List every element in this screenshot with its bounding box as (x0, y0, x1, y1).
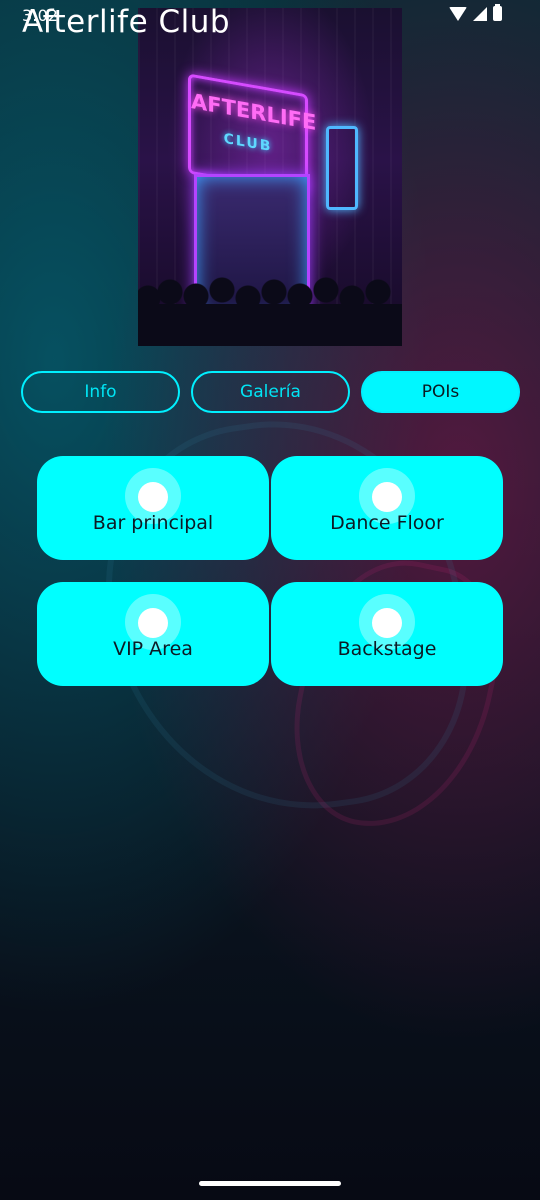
poi-grid: Bar principal Dance Floor VIP Area Backs… (37, 456, 503, 688)
battery-icon (493, 4, 502, 21)
poi-label: Bar principal (92, 512, 214, 534)
tab-pois[interactable]: POIs (361, 371, 520, 413)
wifi-icon (449, 6, 467, 21)
status-time: 3:02 (22, 6, 58, 25)
tab-galeria[interactable]: Galería (191, 371, 350, 413)
status-icons (449, 4, 502, 21)
location-dot-icon (372, 482, 402, 512)
hero-sign-sub: CLUB (223, 130, 273, 156)
poi-label: Dance Floor (330, 512, 444, 534)
poi-card-backstage[interactable]: Backstage (271, 582, 503, 686)
poi-card-vip-area[interactable]: VIP Area (37, 582, 269, 686)
poi-label: VIP Area (113, 638, 193, 660)
signal-icon (473, 6, 487, 21)
gesture-nav-bar[interactable] (199, 1181, 341, 1186)
location-dot-icon (138, 608, 168, 638)
status-bar: 3:02 (0, 0, 540, 32)
poi-card-bar-principal[interactable]: Bar principal (37, 456, 269, 560)
hero-crowd (138, 276, 402, 346)
hero-sign-text: AFTERLIFE (191, 88, 317, 136)
poi-card-dance-floor[interactable]: Dance Floor (271, 456, 503, 560)
location-dot-icon (372, 608, 402, 638)
tab-info[interactable]: Info (21, 371, 180, 413)
tab-bar: Info Galería POIs (21, 371, 520, 413)
location-dot-icon (138, 482, 168, 512)
hero-side-sign (326, 126, 358, 210)
poi-label: Backstage (337, 638, 437, 660)
club-hero-image: AFTERLIFE CLUB (138, 8, 402, 346)
